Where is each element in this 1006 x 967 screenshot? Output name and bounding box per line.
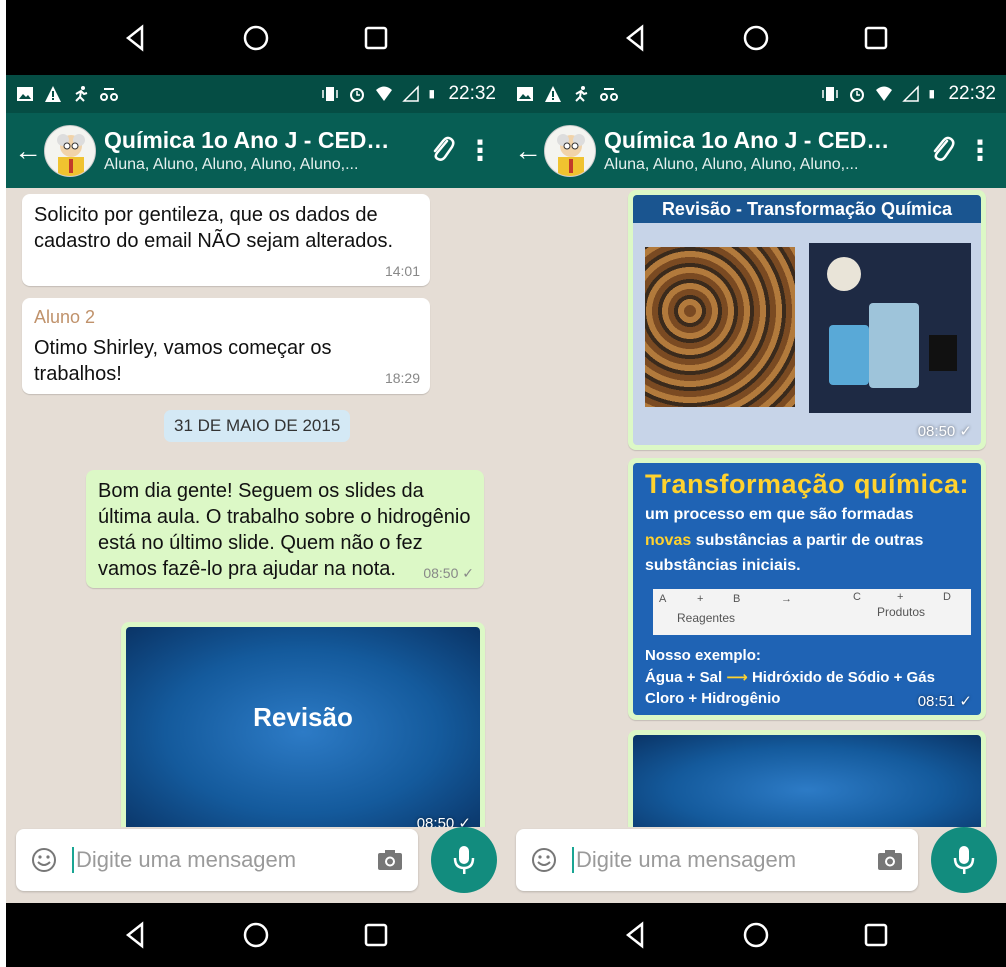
warning-icon [545,86,561,102]
recents-square-icon[interactable] [362,921,390,949]
chat-participants[interactable]: Aluna, Aluno, Aluno, Aluno, Aluno,... [104,156,374,174]
back-triangle-icon[interactable] [622,23,650,52]
camera-icon[interactable] [376,848,404,872]
message-input[interactable] [572,847,866,873]
alarm-icon [350,88,365,102]
slide-title: Transformação química: [645,469,969,499]
attach-icon[interactable] [922,133,962,168]
message-list[interactable]: Revisão - Transformação Química 08:50 ✓ [506,188,1006,827]
message-list[interactable]: Solicito por gentileza, que os dados de … [6,188,506,827]
status-bar: 22:32 [6,75,506,113]
home-circle-icon[interactable] [742,24,770,52]
right-phone-screen: 22:32 ← Química 1o Ano J - CEDEP... Alun… [506,0,1006,967]
slide-photos [633,223,981,445]
reaction-equation-box: A + B → C + D Reagentes Produtos [653,588,971,635]
message-time: 08:50 ✓ [917,423,972,440]
signal-icon [402,85,420,102]
battery-icon [930,90,935,99]
chat-title[interactable]: Química 1o Ano J - CEDEP... [104,127,404,154]
wifi-icon [876,86,893,101]
message-bubble-incoming[interactable]: Aluno 2 Otimo Shirley, vamos começar os … [22,298,430,394]
more-options-icon[interactable]: ⋮ [962,134,998,167]
fitness-icon [575,86,588,102]
slide-image[interactable] [633,735,981,827]
image-message[interactable] [628,730,986,827]
group-avatar[interactable] [44,124,96,177]
voicemail-icon [100,88,118,101]
more-options-icon[interactable]: ⋮ [462,134,498,167]
message-text: Otimo Shirley, vamos começar os trabalho… [34,337,332,386]
recents-square-icon[interactable] [862,24,890,52]
back-triangle-icon[interactable] [122,921,150,949]
chat-header: ← Química 1o Ano J - CEDEP... Aluna, Alu… [506,113,1006,188]
mic-button[interactable] [931,827,997,893]
slide-image[interactable]: Revisão [126,627,480,827]
emoji-icon[interactable] [30,846,58,874]
message-sender: Aluno 2 [34,307,96,327]
warning-icon [45,86,61,102]
top-navigation-bar [6,0,506,75]
microphone-icon [453,846,475,874]
chat-participants[interactable]: Aluna, Aluno, Aluno, Aluno, Aluno,... [604,156,874,174]
vibrate-icon [322,87,339,101]
slide-definition: um processo em que são formadas novas su… [645,506,924,575]
home-circle-icon[interactable] [242,921,270,949]
signal-icon [902,85,920,102]
bottom-navigation-bar [6,903,506,967]
back-arrow-icon[interactable]: ← [514,136,544,165]
back-triangle-icon[interactable] [122,23,150,52]
message-text: Solicito por gentileza, que os dados de … [34,204,394,252]
message-time: 08:51 ✓ [917,693,972,710]
back-triangle-icon[interactable] [622,921,650,949]
message-bubble-outgoing[interactable]: Bom dia gente! Seguem os slides da últim… [86,470,484,589]
top-navigation-bar [506,0,1006,75]
slide-image[interactable]: Revisão - Transformação Química [633,195,981,445]
message-composer [516,829,918,891]
slide-title: Revisão [253,702,353,732]
attach-icon[interactable] [422,133,462,168]
home-circle-icon[interactable] [242,24,270,52]
camera-icon[interactable] [876,848,904,872]
image-message[interactable]: Transformação química: um processo em qu… [628,458,986,720]
chat-title[interactable]: Química 1o Ano J - CEDEP... [604,127,904,154]
mic-button[interactable] [431,827,497,893]
chat-header: ← Química 1o Ano J - CEDEP... Aluna, Alu… [6,113,506,188]
slide-image[interactable]: Transformação química: um processo em qu… [633,463,981,715]
message-time: 08:50 ✓ [416,815,471,827]
status-time: 22:32 [448,83,496,104]
image-message[interactable]: Revisão - Transformação Química 08:50 ✓ [628,190,986,450]
left-phone-screen: 22:32 ← Química 1o Ano J - CEDEP... Alun… [6,0,506,967]
message-time: 14:01 [384,263,420,279]
message-composer [16,829,418,891]
image-message[interactable]: Revisão 08:50 ✓ [121,622,485,827]
battery-icon [430,90,435,99]
message-input[interactable] [72,847,366,873]
vibrate-icon [822,87,839,101]
message-time: 08:50 ✓ [423,565,474,581]
message-text: Bom dia gente! Seguem os slides da últim… [98,480,471,580]
emoji-icon[interactable] [530,846,558,874]
back-arrow-icon[interactable]: ← [14,136,44,165]
recents-square-icon[interactable] [862,921,890,949]
wifi-icon [376,86,393,101]
date-separator: 31 DE MAIO DE 2015 [164,410,351,442]
group-avatar[interactable] [544,124,596,177]
home-circle-icon[interactable] [742,921,770,949]
recents-square-icon[interactable] [362,24,390,52]
bottom-navigation-bar [506,903,1006,967]
fitness-icon [75,86,88,102]
lab-equipment-photo [809,243,971,413]
slide-header: Revisão - Transformação Química [633,195,981,223]
image-notification-icon [17,87,33,101]
microphone-icon [953,846,975,874]
status-time: 22:32 [948,83,996,104]
message-time: 18:29 [384,370,420,387]
rusty-chain-photo [645,247,795,407]
status-bar: 22:32 [506,75,1006,113]
alarm-icon [850,88,865,102]
voicemail-icon [600,88,618,101]
image-notification-icon [517,87,533,101]
message-bubble-incoming[interactable]: Solicito por gentileza, que os dados de … [22,194,430,287]
